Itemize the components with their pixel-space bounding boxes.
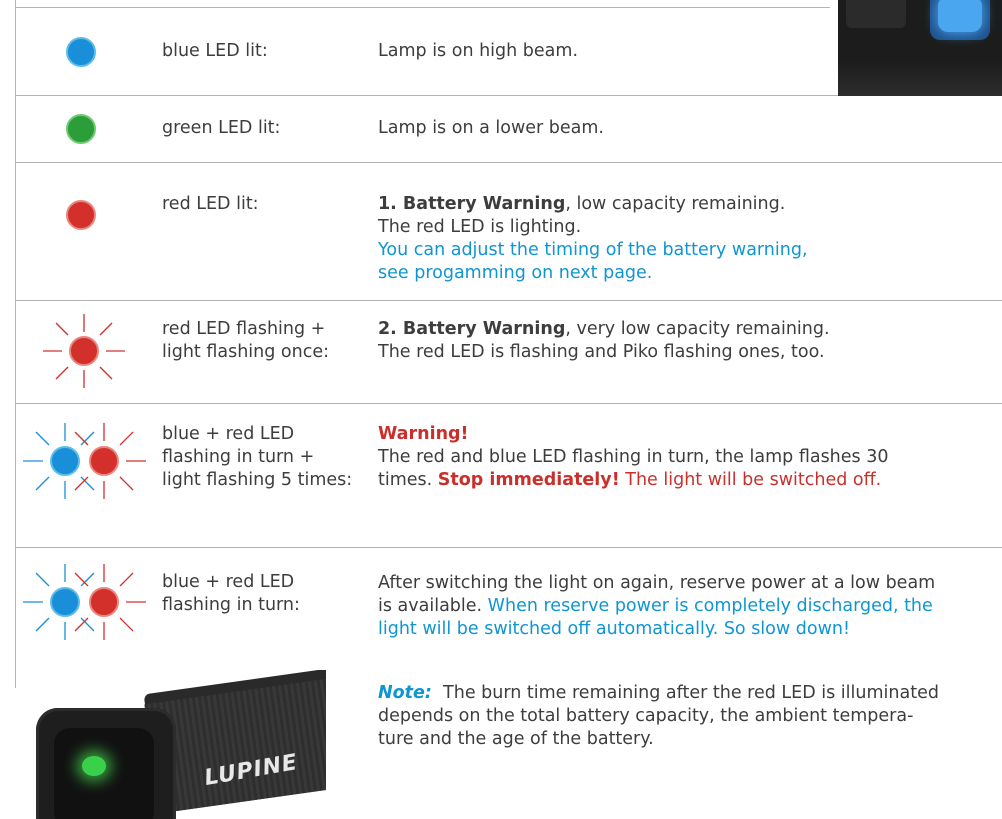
row-label: blue + red LED flashing in turn + light … [162,424,353,490]
row-label: red LED flashing + light flashing once: [162,319,330,362]
row-description: Lamp is on high beam. [378,41,579,61]
row-description: Warning! The red and blue LED flashing i… [378,424,889,490]
row-label: green LED lit: [162,118,281,138]
row-label: blue + red LED flashing in turn: [162,572,300,615]
row-divider [15,300,1002,301]
red-led-icon [89,587,119,617]
row-label: blue LED lit: [162,41,268,61]
row-description: Lamp is on a lower beam. [378,118,604,138]
row-divider [15,403,1002,404]
note-paragraph: Note: The burn time remaining after the … [378,683,939,749]
flashing-blue-red-led-icon [23,564,146,640]
warning-title: Warning! [378,424,469,444]
row-description: After switching the light on again, rese… [378,573,936,639]
row-description: 2. Battery Warning, very low capacity re… [378,319,830,362]
lamp-photo-top [838,0,1002,96]
row-divider [15,547,1002,548]
lamp-headband-photo: LUPINE [36,670,326,819]
row-divider [15,162,1002,163]
blue-led-icon [50,587,80,617]
row-label: red LED lit: [162,194,259,214]
row-description: 1. Battery Warning, low capacity remaini… [378,194,808,283]
